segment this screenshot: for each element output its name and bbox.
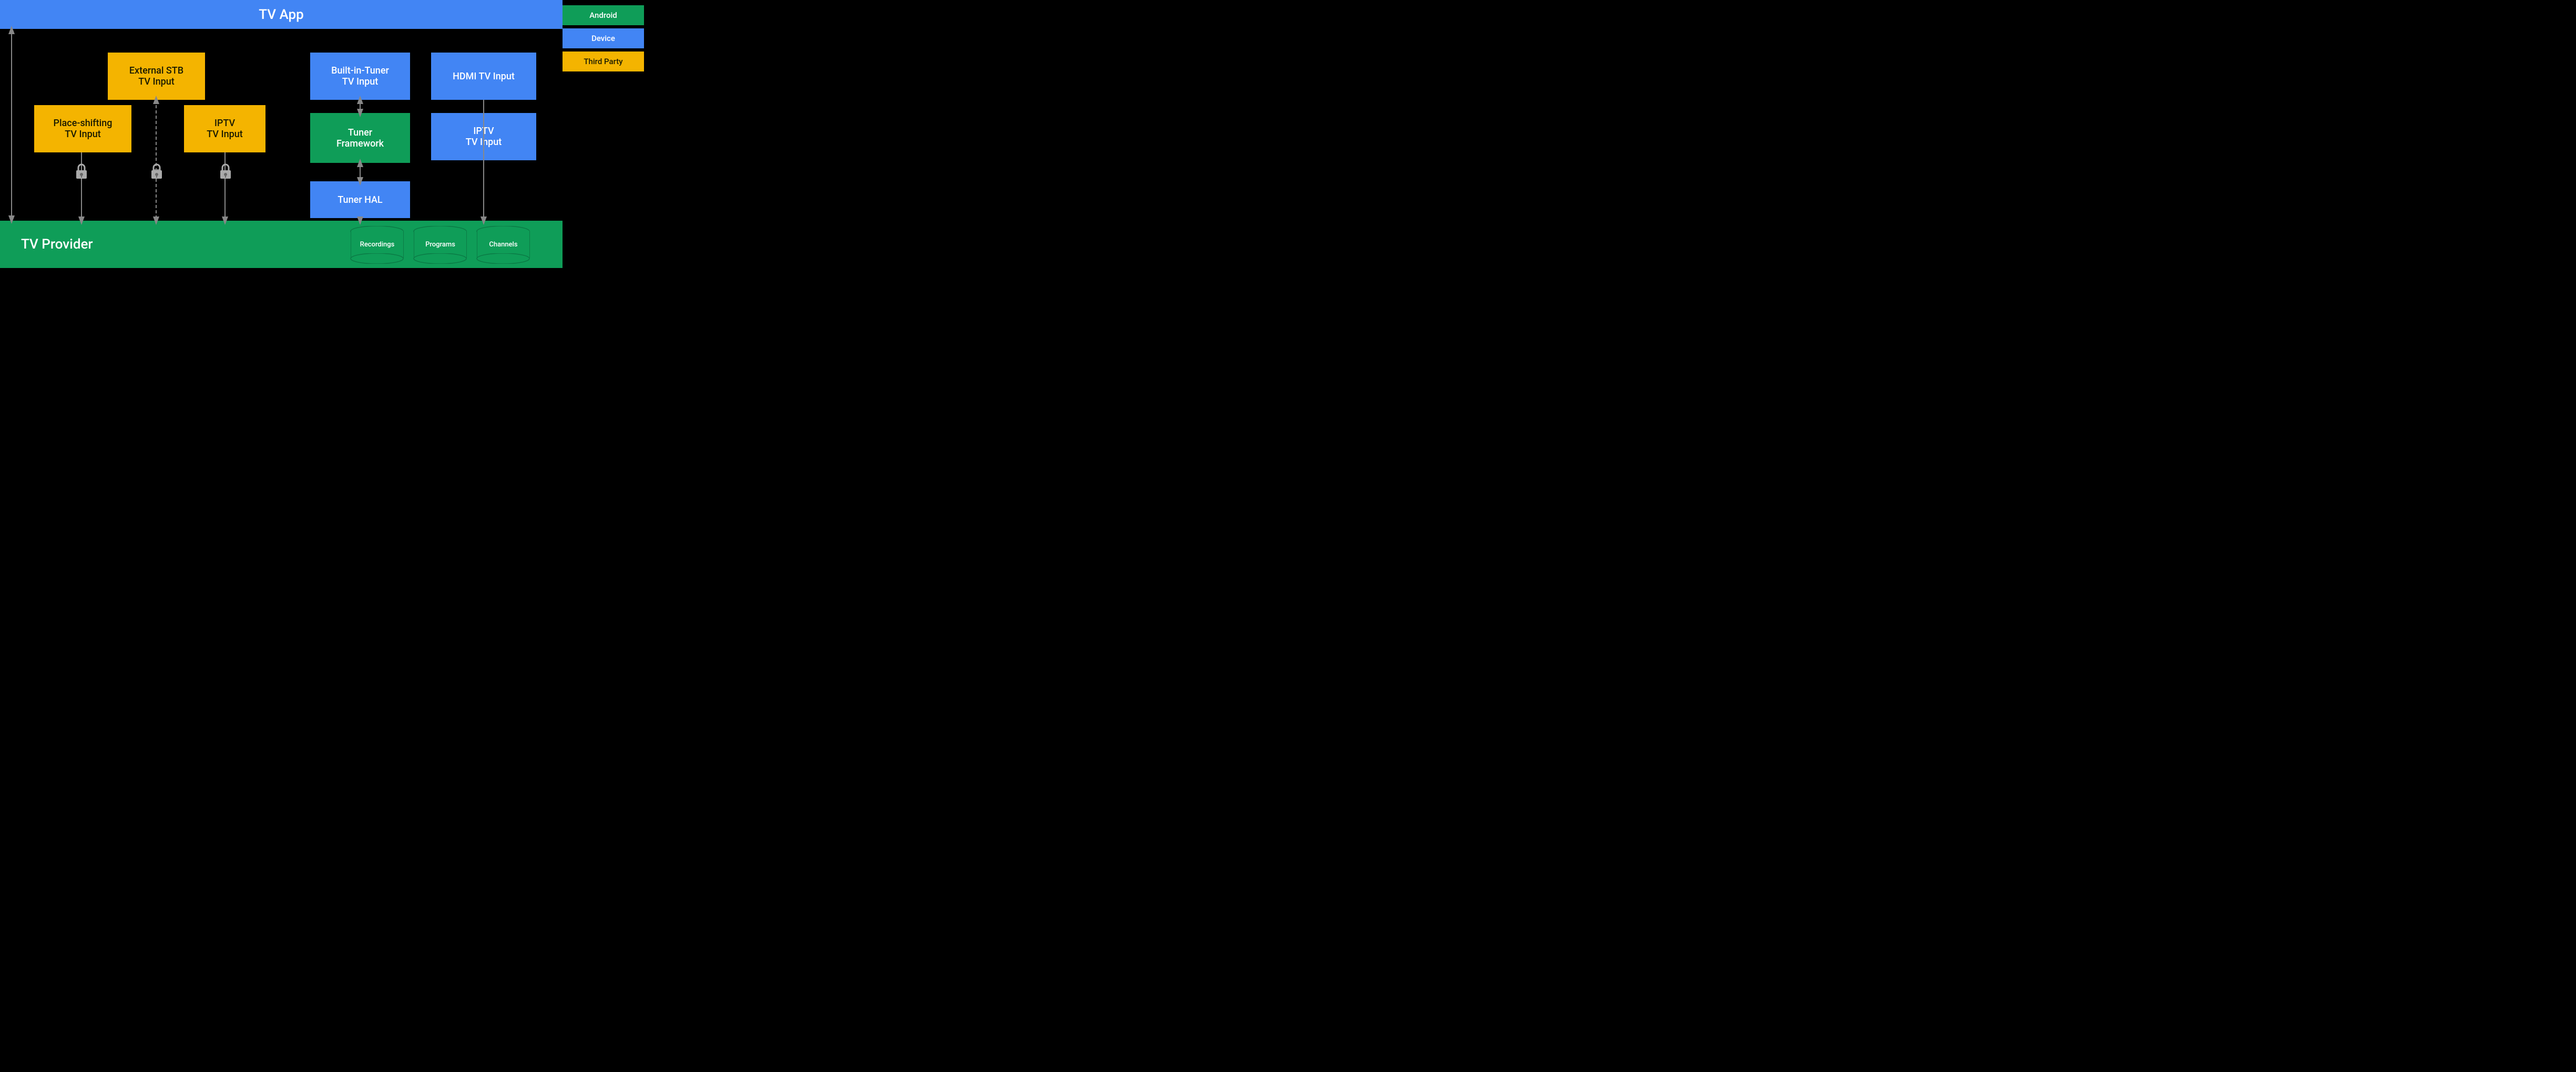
iptv-left-box: IPTV TV Input [184,105,265,152]
channels-cylinder: Channels [476,226,531,264]
tuner-framework-box: Tuner Framework [310,113,410,163]
lock-icon-place-shifting [75,163,88,180]
tv-provider-label: TV Provider [21,236,93,252]
recordings-cylinder: Recordings [350,226,405,264]
programs-cylinder: Programs [413,226,468,264]
lock-icon-iptv-left [219,163,232,180]
tv-app-label: TV App [259,7,304,23]
legend-android: Android [563,5,644,25]
tuner-hal-box: Tuner HAL [310,181,410,218]
tv-app-header: TV App [0,0,563,29]
iptv-right-box: IPTV TV Input [431,113,536,160]
legend: Android Device Third Party [563,5,644,71]
external-stb-box: External STB TV Input [108,53,205,100]
legend-third-party: Third Party [563,51,644,71]
place-shifting-box: Place-shifting TV Input [34,105,131,152]
legend-device: Device [563,28,644,48]
built-in-tuner-box: Built-in-Tuner TV Input [310,53,410,100]
lock-icon-external-stb [150,163,163,180]
hdmi-tv-input-box: HDMI TV Input [431,53,536,100]
